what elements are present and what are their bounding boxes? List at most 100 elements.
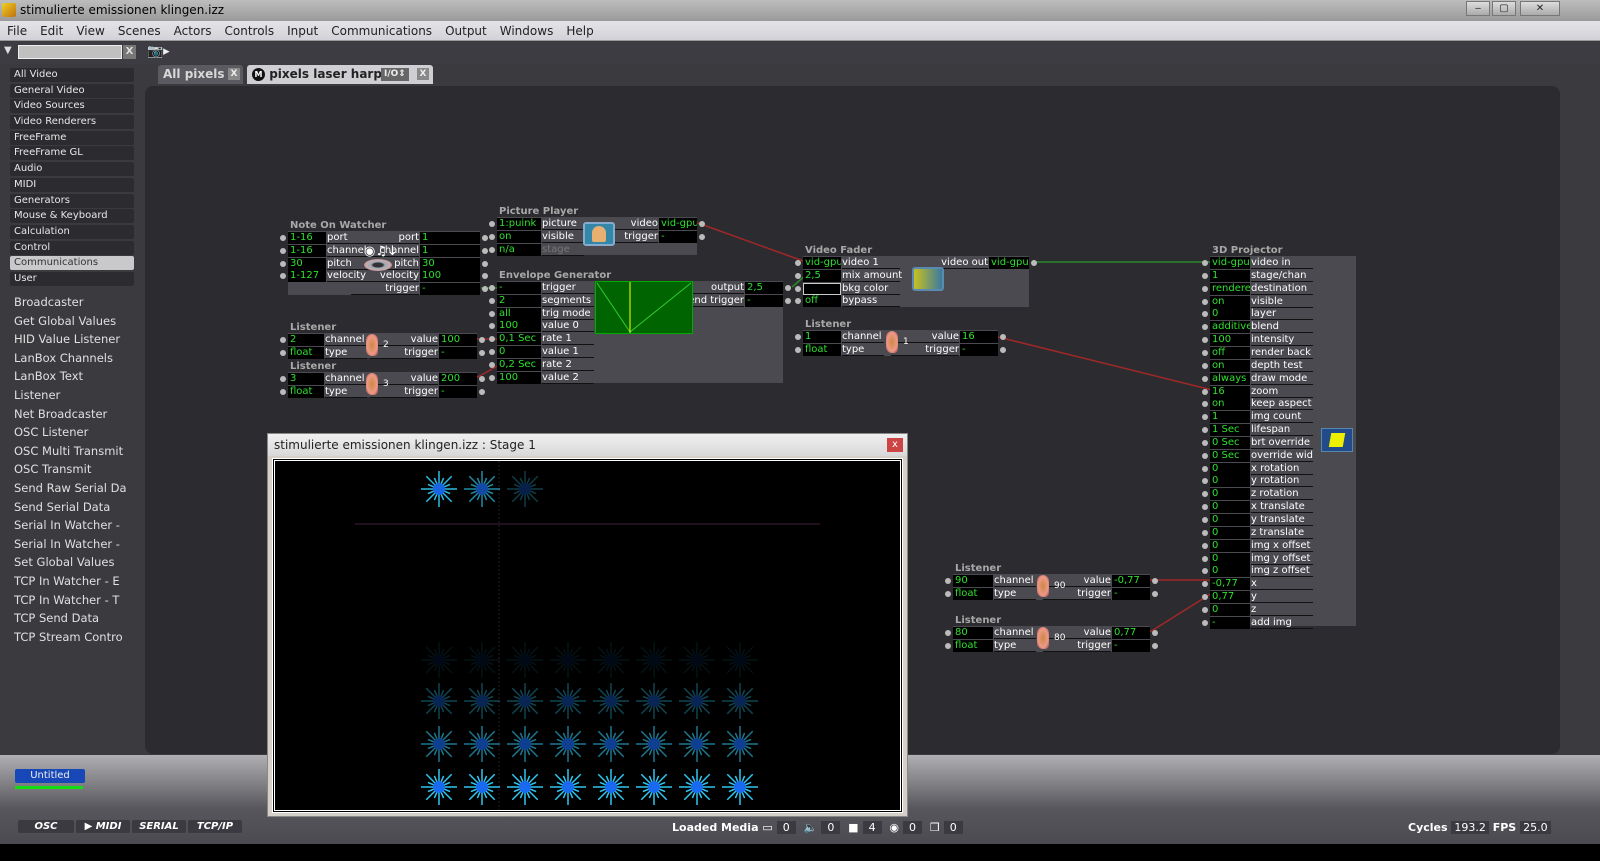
input-value[interactable]: 0 Sec xyxy=(1210,449,1250,462)
port-dot[interactable] xyxy=(795,260,801,266)
port-dot[interactable] xyxy=(489,297,495,304)
input-port[interactable]: 1:puink picture xyxy=(489,218,593,230)
input-port[interactable]: 0 Sec brt override xyxy=(1202,436,1322,449)
port-dot[interactable] xyxy=(1202,375,1208,382)
input-value[interactable]: 0 xyxy=(1210,475,1250,488)
port-dot[interactable] xyxy=(489,361,495,368)
port-dot[interactable] xyxy=(1152,590,1158,597)
port-dot[interactable] xyxy=(1202,260,1208,266)
port-dot[interactable] xyxy=(1152,642,1158,649)
input-port[interactable]: 16 zoom xyxy=(1202,385,1322,398)
input-port[interactable]: float type xyxy=(795,343,893,356)
input-port[interactable]: -0,77 x xyxy=(1202,578,1322,591)
port-dot[interactable] xyxy=(1202,606,1208,613)
input-value[interactable]: on xyxy=(497,230,541,243)
input-value[interactable]: 0 xyxy=(1210,501,1250,514)
port-dot[interactable] xyxy=(1202,388,1208,395)
port-dot[interactable] xyxy=(479,337,485,343)
input-port[interactable]: 3 channel xyxy=(280,373,376,385)
input-value[interactable]: 0 xyxy=(1210,539,1250,552)
port-dot[interactable] xyxy=(1000,346,1006,353)
actor-node-listener90[interactable]: Listener 90 channel float type value -0,77 trig… xyxy=(945,563,1158,600)
port-dot[interactable] xyxy=(489,233,495,240)
input-port[interactable]: 0z translate xyxy=(1202,526,1322,539)
input-value[interactable]: on xyxy=(1210,398,1250,411)
input-port[interactable]: vid-gpu video in xyxy=(1202,257,1322,269)
port-dot[interactable] xyxy=(945,578,951,584)
port-dot[interactable] xyxy=(785,297,791,304)
input-value[interactable]: 2 xyxy=(497,294,541,307)
port-dot[interactable] xyxy=(489,285,495,291)
input-value[interactable]: 1 Sec xyxy=(1210,424,1250,437)
input-value[interactable]: float xyxy=(288,385,324,398)
tcpip-button[interactable]: TCP/IP xyxy=(188,820,242,833)
input-value[interactable]: rendere xyxy=(1210,282,1250,295)
port-dot[interactable] xyxy=(1202,362,1208,369)
port-dot[interactable] xyxy=(1000,334,1006,340)
input-value[interactable]: 0 xyxy=(1210,552,1250,565)
input-value[interactable]: 16 xyxy=(1210,385,1250,398)
input-value[interactable]: 0 xyxy=(497,346,541,358)
input-port[interactable]: on visible xyxy=(489,230,593,243)
port-dot[interactable] xyxy=(482,247,488,254)
input-port[interactable]: 1 Sec lifespan xyxy=(1202,424,1322,437)
input-value[interactable]: off xyxy=(1210,346,1250,359)
input-value[interactable]: 0 xyxy=(1210,526,1250,539)
port-dot[interactable] xyxy=(699,233,705,240)
stage-window[interactable]: stimulierte emissionen klingen.izz : Sta… xyxy=(267,433,908,817)
port-dot[interactable] xyxy=(945,642,951,649)
midi-button[interactable]: ▶ MIDI xyxy=(76,820,130,833)
input-port[interactable]: 2,5 mix amount xyxy=(795,269,909,282)
port-dot[interactable] xyxy=(280,337,286,343)
input-port[interactable]: 80 channel xyxy=(945,627,1045,639)
port-dot[interactable] xyxy=(795,346,801,353)
input-port[interactable]: float type xyxy=(945,587,1045,600)
input-value[interactable]: 0 xyxy=(1210,462,1250,475)
port-dot[interactable] xyxy=(482,260,488,267)
port-dot[interactable] xyxy=(1202,517,1208,523)
input-value[interactable]: off xyxy=(803,295,841,308)
port-dot[interactable] xyxy=(945,630,951,636)
input-port[interactable]: rendere destination xyxy=(1202,282,1322,295)
input-port[interactable]: 2 segments xyxy=(489,294,603,307)
port-dot[interactable] xyxy=(785,285,791,291)
input-value[interactable]: on xyxy=(1210,295,1250,308)
input-value[interactable]: 2 xyxy=(288,334,324,346)
port-dot[interactable] xyxy=(1202,465,1208,472)
input-port[interactable]: 1 channel xyxy=(795,331,893,343)
port-dot[interactable] xyxy=(1202,555,1208,562)
output-port[interactable]: port 1 xyxy=(350,232,488,244)
input-port[interactable]: 0z xyxy=(1202,603,1322,616)
port-dot[interactable] xyxy=(1202,619,1208,626)
input-port[interactable]: - trigger xyxy=(489,282,603,294)
input-port[interactable]: 0 img z offset xyxy=(1202,565,1322,578)
input-value[interactable]: float xyxy=(953,639,993,652)
input-port[interactable]: off bypass xyxy=(795,295,909,308)
input-value[interactable]: always xyxy=(1210,372,1250,385)
input-port[interactable]: on visible xyxy=(1202,295,1322,308)
input-port[interactable]: 1 img count xyxy=(1202,411,1322,424)
input-port[interactable]: 0y translate xyxy=(1202,514,1322,526)
port-dot[interactable] xyxy=(945,590,951,597)
input-value[interactable]: 1-16 xyxy=(288,232,326,244)
port-dot[interactable] xyxy=(479,349,485,356)
port-dot[interactable] xyxy=(280,235,286,241)
input-value[interactable]: 0 xyxy=(1210,488,1250,501)
input-port[interactable]: 0x translate xyxy=(1202,501,1322,514)
input-value[interactable]: 1:puink xyxy=(497,218,541,230)
input-value[interactable]: vid-gpu xyxy=(1210,257,1250,269)
input-value[interactable]: - xyxy=(1210,616,1250,629)
input-port[interactable]: float type xyxy=(280,346,376,359)
input-value[interactable]: 30 xyxy=(288,257,326,270)
port-dot[interactable] xyxy=(280,388,286,395)
input-port[interactable]: 0,77 y xyxy=(1202,591,1322,604)
input-port[interactable]: bkg color xyxy=(795,282,909,295)
input-port[interactable]: additive blend xyxy=(1202,321,1322,334)
input-port[interactable]: 0x rotation xyxy=(1202,462,1322,475)
port-dot[interactable] xyxy=(479,376,485,382)
port-dot[interactable] xyxy=(1202,529,1208,536)
input-value[interactable]: 0 xyxy=(1210,514,1250,526)
port-dot[interactable] xyxy=(1202,349,1208,356)
actor-node-listener80[interactable]: Listener 80 channel float type value 0,77 trigg… xyxy=(945,615,1158,652)
input-port[interactable]: 0y rotation xyxy=(1202,475,1322,488)
